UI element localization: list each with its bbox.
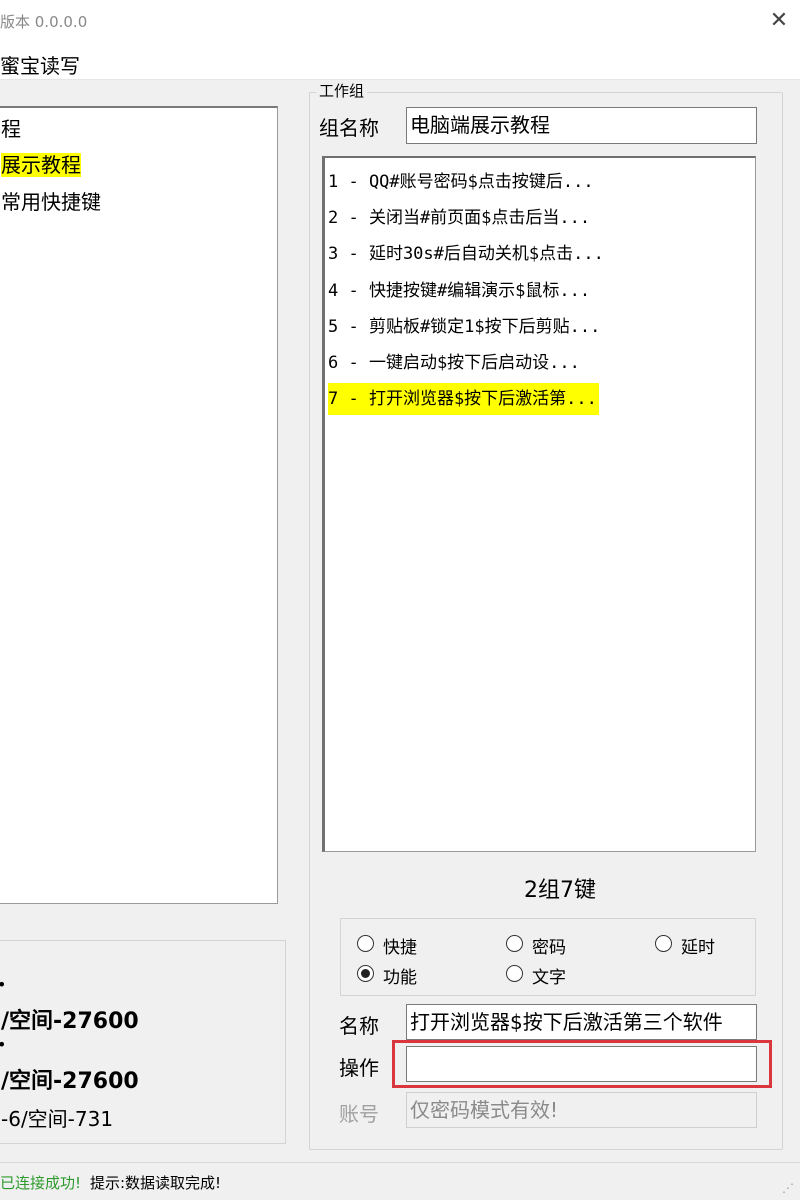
title-bar: 版本 0.0.0.0 ✕ bbox=[0, 0, 800, 42]
annotation-highlight-box bbox=[392, 1040, 772, 1088]
radio-label: 功能 bbox=[383, 968, 417, 988]
tree-item-label: 展示教程 bbox=[1, 153, 81, 177]
work-group-legend: 工作组 bbox=[316, 80, 368, 101]
account-field: 仅密码模式有效! bbox=[406, 1092, 757, 1128]
key-list-item[interactable]: 3 - 延时30s#后自动关机$点击... bbox=[328, 238, 604, 270]
group-name-field[interactable]: 电脑端展示教程 bbox=[406, 107, 757, 144]
radio-label: 快捷 bbox=[383, 938, 417, 958]
tree-item[interactable]: 程 bbox=[1, 114, 21, 144]
device-info-panel: • /空间-27600 • /空间-27600 -6/空间-731 bbox=[0, 940, 286, 1144]
key-name-label: 名称 bbox=[339, 1014, 379, 1038]
group-key-count: 2组7键 bbox=[524, 878, 596, 903]
info-line: -6/空间-731 bbox=[1, 1107, 114, 1131]
radio-circle bbox=[655, 935, 672, 952]
key-list-item-selected[interactable]: 7 - 打开浏览器$按下后激活第... bbox=[328, 383, 599, 415]
tree-item[interactable]: 常用快捷键 bbox=[1, 187, 101, 217]
key-list[interactable]: 1 - QQ#账号密码$点击按键后... 2 - 关闭当#前页面$点击后当...… bbox=[322, 156, 756, 852]
account-label: 账号 bbox=[339, 1102, 379, 1126]
bullet: • bbox=[0, 975, 6, 994]
radio-circle bbox=[506, 935, 523, 952]
window-title: 版本 0.0.0.0 bbox=[0, 13, 88, 31]
key-list-item[interactable]: 4 - 快捷按键#编辑演示$鼠标... bbox=[328, 275, 590, 307]
menu-item[interactable]: 蜜宝读写 bbox=[0, 50, 80, 79]
key-list-item[interactable]: 6 - 一键启动$按下后启动设... bbox=[328, 347, 580, 379]
bullet: • bbox=[0, 1035, 6, 1054]
radio-circle bbox=[506, 965, 523, 982]
radio-label: 延时 bbox=[681, 938, 715, 958]
radio-label: 文字 bbox=[532, 968, 566, 988]
radio-label: 密码 bbox=[532, 938, 566, 958]
menu-bar: 蜜宝读写 bbox=[0, 42, 800, 80]
tree-item-label: 程 bbox=[1, 117, 21, 141]
mode-radio-group: 快捷 密码 延时 功能 文字 bbox=[340, 918, 756, 996]
connection-status: 已连接成功! bbox=[0, 1174, 82, 1192]
group-tree[interactable]: 程 展示教程 常用快捷键 bbox=[0, 106, 278, 904]
radio-circle-checked bbox=[357, 965, 374, 982]
radio-circle bbox=[357, 935, 374, 952]
info-line: /空间-27600 bbox=[1, 1009, 139, 1034]
tree-item-label: 常用快捷键 bbox=[1, 190, 101, 214]
close-icon[interactable]: ✕ bbox=[764, 4, 794, 38]
status-message: 提示:数据读取完成! bbox=[90, 1174, 222, 1192]
group-name-label: 组名称 bbox=[319, 116, 379, 140]
tree-item-selected[interactable]: 展示教程 bbox=[1, 150, 81, 180]
key-name-field[interactable]: 打开浏览器$按下后激活第三个软件 bbox=[406, 1004, 757, 1040]
status-bar: 已连接成功! 提示:数据读取完成! ⋰ bbox=[0, 1162, 800, 1200]
operation-label: 操作 bbox=[339, 1056, 379, 1080]
resize-grip-icon[interactable]: ⋰ bbox=[782, 1181, 794, 1195]
key-list-item[interactable]: 5 - 剪贴板#锁定1$按下后剪贴... bbox=[328, 311, 600, 343]
info-line: /空间-27600 bbox=[1, 1069, 139, 1094]
key-list-item[interactable]: 1 - QQ#账号密码$点击按键后... bbox=[328, 166, 594, 198]
key-list-item[interactable]: 2 - 关闭当#前页面$点击后当... bbox=[328, 202, 590, 234]
